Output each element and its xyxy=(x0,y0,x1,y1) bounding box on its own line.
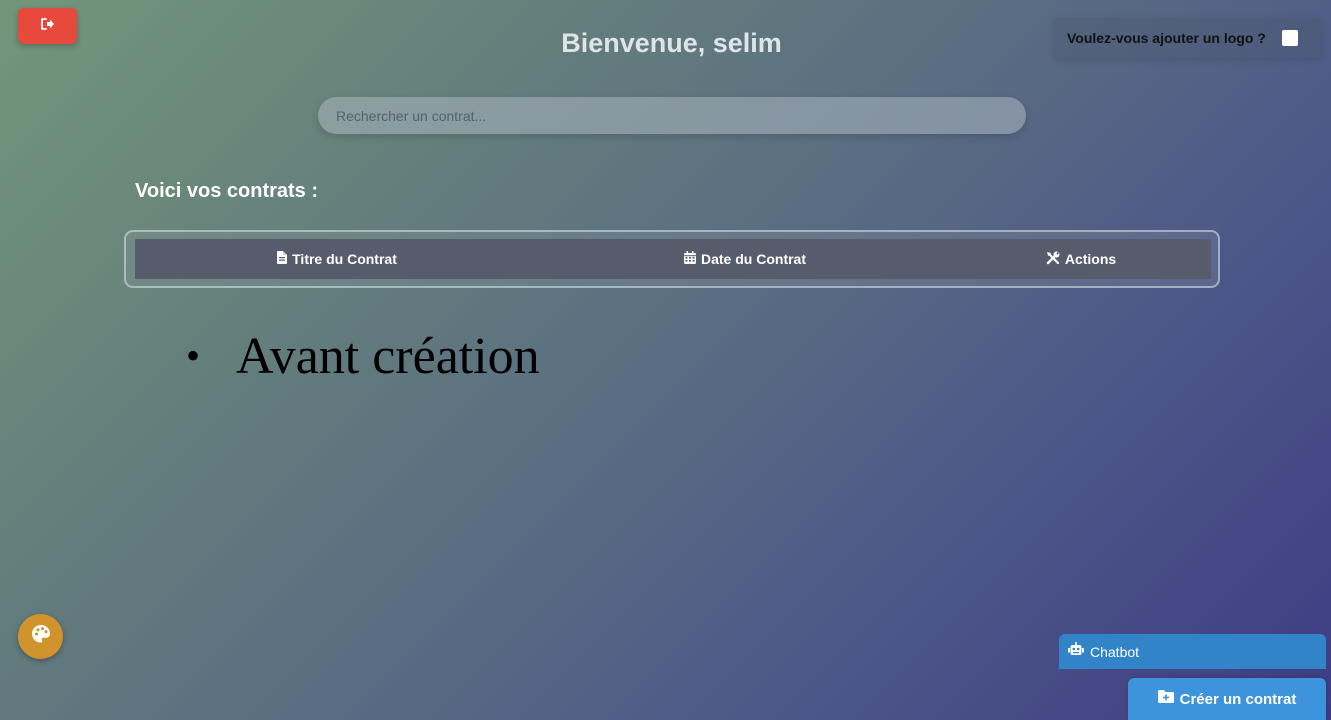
table-header: Titre du Contrat Date du Contrat Actions xyxy=(135,239,1211,279)
column-header-date: Date du Contrat xyxy=(539,239,951,279)
theme-button[interactable] xyxy=(18,614,63,659)
file-icon xyxy=(277,251,288,267)
bullet-icon: • xyxy=(186,333,201,378)
chatbot-toggle[interactable]: Chatbot xyxy=(1059,634,1326,669)
logo-option: Voulez-vous ajouter un logo ? xyxy=(1053,18,1321,58)
column-header-actions-label: Actions xyxy=(1064,251,1117,267)
list-item-label: Avant création xyxy=(236,328,540,385)
calendar-icon xyxy=(684,251,696,267)
logo-checkbox[interactable] xyxy=(1282,30,1298,46)
create-contract-button[interactable]: Créer un contrat xyxy=(1128,678,1326,720)
contracts-table: Titre du Contrat Date du Contrat Actions xyxy=(124,230,1220,288)
palette-icon xyxy=(31,624,51,649)
column-header-actions: Actions xyxy=(951,239,1211,279)
robot-icon xyxy=(1068,642,1084,661)
logo-option-label: Voulez-vous ajouter un logo ? xyxy=(1067,30,1266,46)
create-contract-label: Créer un contrat xyxy=(1179,690,1297,708)
search-input[interactable] xyxy=(318,97,1026,134)
contracts-heading: Voici vos contrats : xyxy=(135,180,319,202)
column-header-title: Titre du Contrat xyxy=(135,239,539,279)
tools-icon xyxy=(1046,251,1060,268)
list-item: • Avant création xyxy=(186,318,540,395)
column-header-date-label: Date du Contrat xyxy=(701,251,806,267)
folder-plus-icon xyxy=(1157,690,1174,708)
column-header-title-label: Titre du Contrat xyxy=(292,251,397,267)
chatbot-label: Chatbot xyxy=(1090,643,1140,660)
